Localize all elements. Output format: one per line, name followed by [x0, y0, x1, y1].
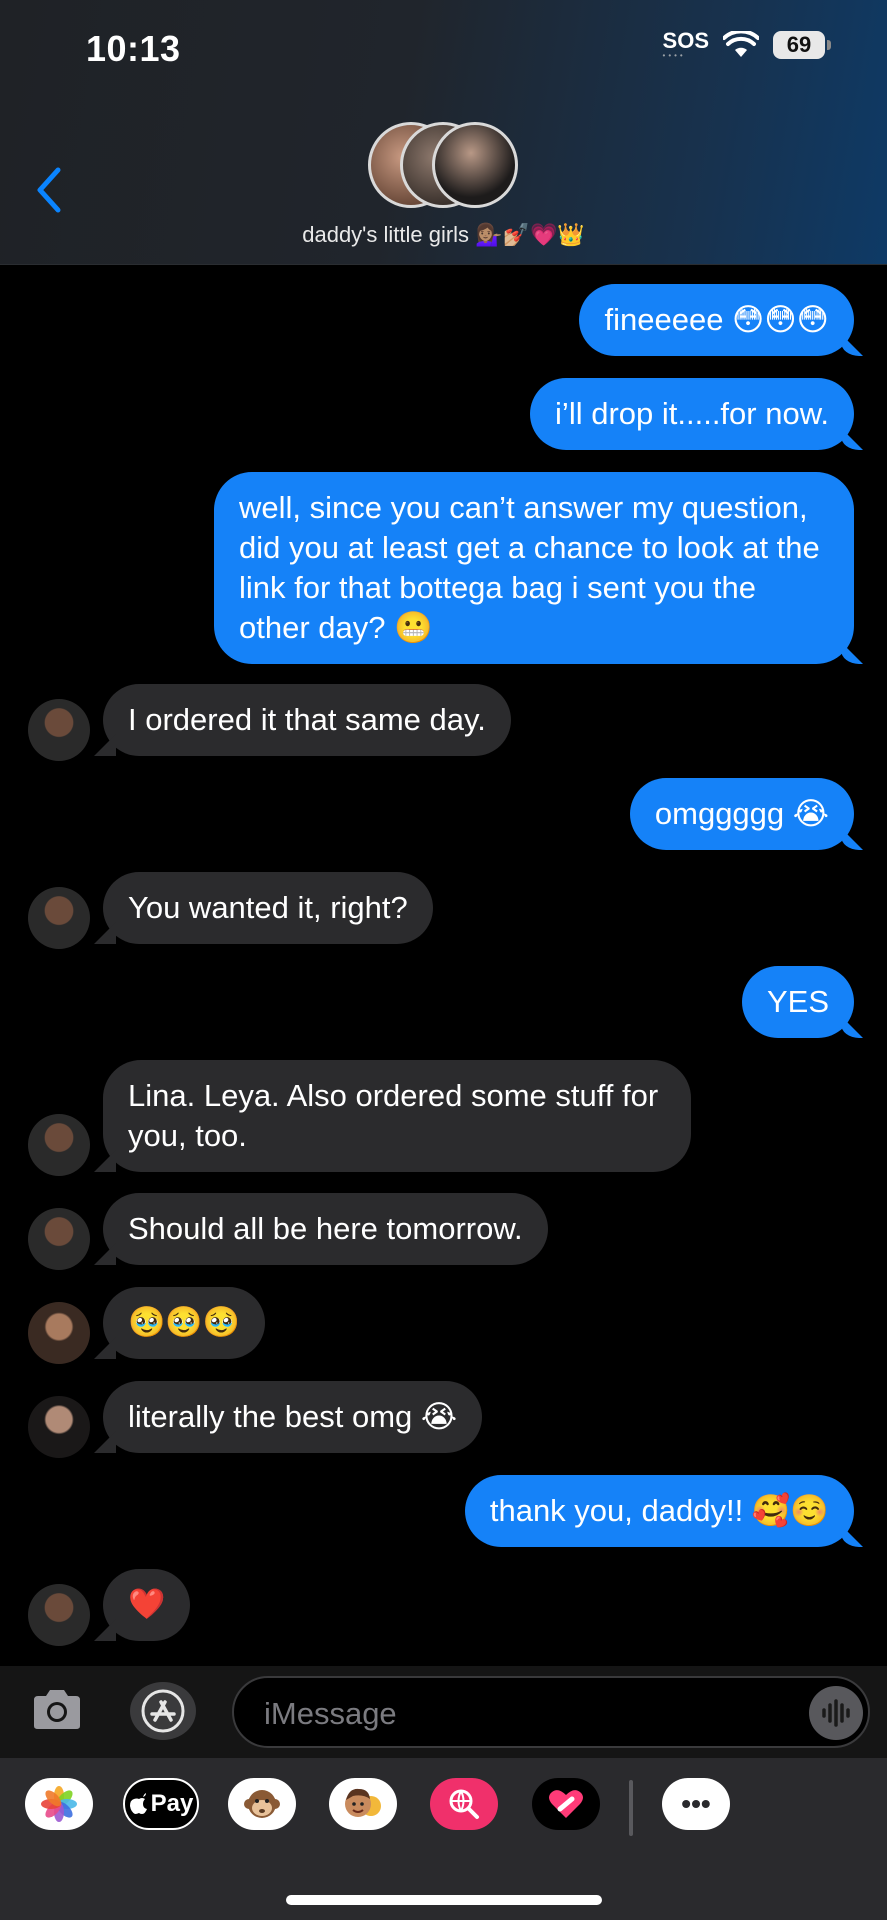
message-bubble-received[interactable]: literally the best omg 😭	[103, 1381, 483, 1453]
waveform-icon	[822, 1699, 850, 1727]
group-emojis: 💁🏽‍♀️💅🏼💗👑	[475, 223, 585, 248]
group-avatar-stack[interactable]	[368, 122, 518, 210]
message-bubble-sent[interactable]: i’ll drop it.....for now.	[530, 378, 854, 450]
sender-avatar[interactable]	[28, 1584, 90, 1646]
image-search-button[interactable]	[430, 1778, 498, 1830]
sender-avatar[interactable]	[28, 1302, 90, 1364]
message-bubble-sent[interactable]: thank you, daddy!! 🥰☺️	[464, 1475, 854, 1547]
group-name[interactable]: daddy's little girls 💁🏽‍♀️💅🏼💗👑	[0, 222, 887, 248]
avatar	[432, 122, 518, 208]
sender-avatar[interactable]	[28, 1208, 90, 1270]
app-strip-divider	[629, 1780, 633, 1836]
back-chevron-icon[interactable]	[30, 160, 70, 220]
message-bubble-received[interactable]: I ordered it that same day.	[103, 684, 511, 756]
message-bubble-received[interactable]: 🥹🥹🥹	[103, 1287, 266, 1359]
sender-avatar[interactable]	[28, 1114, 90, 1176]
animoji-button[interactable]	[228, 1778, 296, 1830]
more-apps-button[interactable]: •••	[662, 1778, 730, 1830]
apple-pay-label: Pay	[150, 1790, 194, 1817]
message-list[interactable]: fineeeee 😳😳😳 i’ll drop it.....for now. w…	[0, 266, 887, 1666]
battery-icon: 69	[773, 31, 831, 59]
message-bubble-received[interactable]: Lina. Leya. Also ordered some stuff for …	[103, 1060, 691, 1172]
more-icon: •••	[681, 1788, 711, 1819]
status-indicators: SOS •••• 69	[663, 30, 831, 60]
message-bubble-received[interactable]: ❤️	[103, 1569, 191, 1641]
apple-logo-icon	[129, 1793, 147, 1814]
battery-level: 69	[773, 31, 825, 59]
message-bubble-sent[interactable]: fineeeee 😳😳😳	[579, 284, 854, 356]
status-time: 10:13	[86, 28, 181, 69]
sender-avatar[interactable]	[28, 699, 90, 761]
memoji-icon	[345, 1788, 381, 1817]
memoji-button[interactable]	[329, 1778, 397, 1830]
apple-pay-button[interactable]: Pay	[123, 1778, 199, 1830]
app-store-icon	[141, 1689, 185, 1733]
home-indicator[interactable]	[286, 1895, 602, 1905]
app-store-button[interactable]	[130, 1682, 196, 1740]
message-composer: iMessage	[0, 1666, 887, 1758]
photos-icon	[41, 1786, 77, 1822]
message-bubble-received[interactable]: You wanted it, right?	[103, 872, 433, 944]
globe-search-icon	[449, 1789, 479, 1819]
message-bubble-received[interactable]: Should all be here tomorrow.	[103, 1193, 548, 1265]
dictation-button[interactable]	[809, 1686, 863, 1740]
photos-app-button[interactable]	[25, 1778, 93, 1830]
sender-avatar[interactable]	[28, 1396, 90, 1458]
wifi-icon	[723, 31, 759, 57]
conversation-header: 10:13 SOS •••• 69 daddy's little girls 💁…	[0, 0, 887, 265]
message-bubble-sent[interactable]: omggggg 😭	[629, 778, 854, 850]
monkey-icon	[244, 1790, 280, 1818]
sos-indicator: SOS ••••	[662, 28, 709, 60]
heart-touch-icon	[549, 1790, 583, 1818]
camera-icon[interactable]	[30, 1686, 84, 1732]
message-input[interactable]: iMessage	[232, 1676, 870, 1748]
signal-dots-icon: ••••	[662, 51, 686, 60]
message-bubble-sent[interactable]: YES	[741, 966, 854, 1038]
message-bubble-sent[interactable]: well, since you can’t answer my question…	[214, 472, 854, 664]
sender-avatar[interactable]	[28, 887, 90, 949]
digital-touch-button[interactable]	[532, 1778, 600, 1830]
